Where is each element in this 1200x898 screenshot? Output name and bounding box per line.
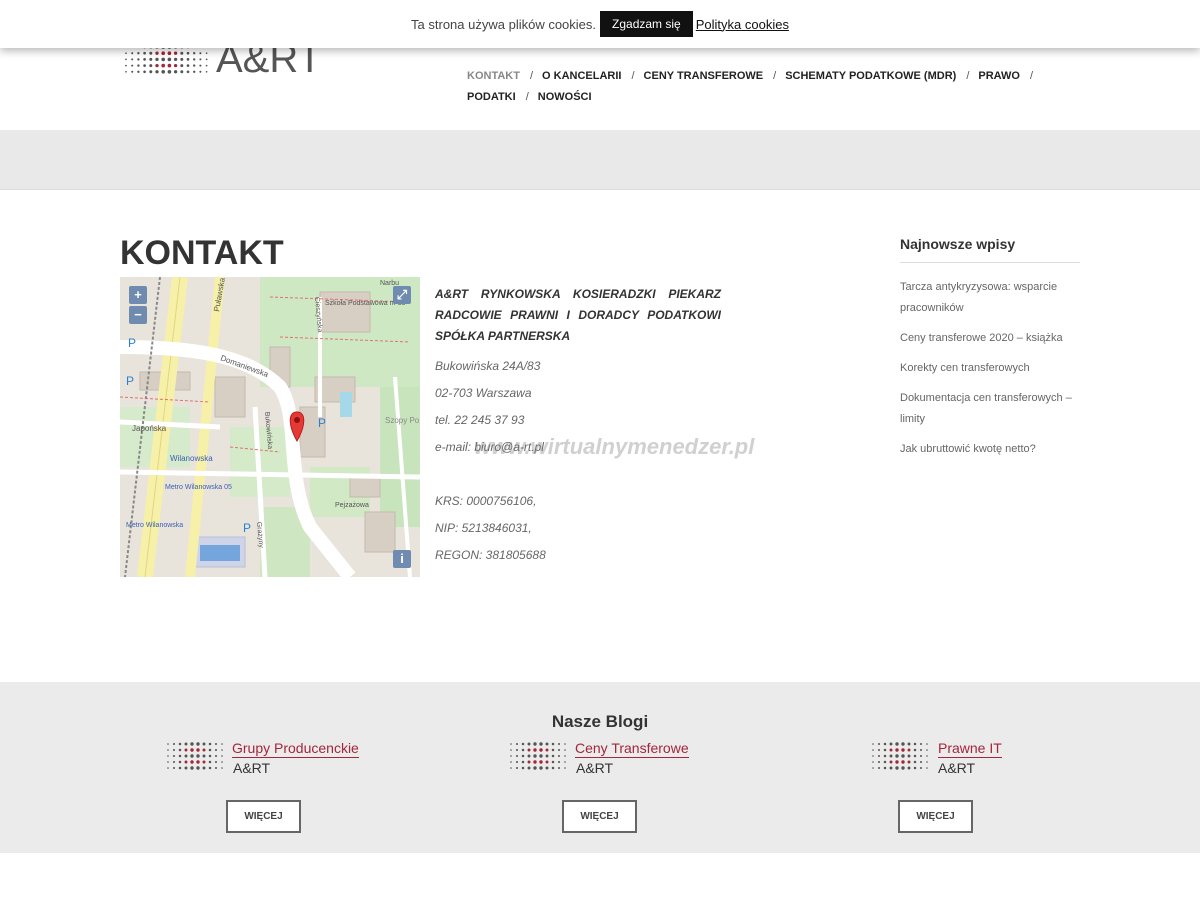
blog-brand: A&RT — [576, 760, 614, 776]
contact-details: A&RT RYNKOWSKA KOSIERADZKI PIEKARZ RADCO… — [435, 284, 721, 569]
blog-card-ceny-transferowe: Ceny Transferowe A&RT WIĘCEJ — [508, 736, 748, 836]
fullscreen-icon[interactable]: ⤢ — [393, 286, 411, 304]
recent-post-link[interactable]: Dokumentacja cen transferowych – limity — [900, 388, 1080, 430]
blog-name[interactable]: Prawne IT — [938, 740, 1002, 758]
blog-name[interactable]: Grupy Producenckie — [232, 740, 359, 758]
address-street: Bukowińska 24A/83 — [435, 359, 541, 373]
parking-icon: P — [318, 416, 326, 430]
blog-logo-icon[interactable] — [870, 736, 932, 778]
krs-number: KRS: 0000756106, — [435, 494, 537, 508]
nav-separator: / — [529, 70, 534, 82]
map-info-icon[interactable]: i — [393, 550, 411, 568]
map-tiles[interactable]: P P P P Puławska Domaniewska Japońska Wi… — [120, 277, 420, 577]
nav-item-ceny-transferowe[interactable]: CENY TRANSFEROWE — [644, 70, 764, 82]
blog-name[interactable]: Ceny Transferowe — [575, 740, 689, 758]
map-building — [364, 511, 396, 553]
nav-item-kontakt[interactable]: KONTAKT — [467, 70, 520, 82]
blogs-footer: Nasze Blogi Grupy Producenckie A&RT WIĘC… — [0, 682, 1200, 853]
page-title: KONTAKT — [120, 234, 284, 272]
bus-station-icon — [200, 545, 240, 561]
more-button[interactable]: WIĘCEJ — [226, 800, 301, 833]
map-building — [214, 376, 246, 418]
cookie-accept-button[interactable]: Zgadzam się — [600, 11, 693, 37]
blog-card-grupy-producenckie: Grupy Producenckie A&RT WIĘCEJ — [165, 736, 405, 836]
map-building — [349, 476, 381, 498]
nav-separator: / — [525, 91, 529, 103]
map-label: Pejzażowa — [335, 502, 369, 509]
footer-title: Nasze Blogi — [551, 712, 649, 731]
nav-item-prawo[interactable]: PRAWO — [978, 70, 1020, 82]
nav-item-schematy-podatkowe[interactable]: SCHEMATY PODATKOWE (MDR) — [785, 70, 956, 82]
recent-posts-list: Tarcza antykryzysowa: wsparcie pracownik… — [900, 277, 1080, 460]
parking-icon: P — [126, 374, 134, 388]
blog-card-prawne-it: Prawne IT A&RT WIĘCEJ — [870, 736, 1110, 836]
location-map[interactable]: P P P P Puławska Domaniewska Japońska Wi… — [120, 277, 420, 577]
blog-logo-icon[interactable] — [165, 736, 227, 778]
company-name: A&RT RYNKOWSKA KOSIERADZKI PIEKARZ RADCO… — [435, 287, 721, 343]
cookie-policy-link[interactable]: Polityka cookies — [696, 17, 789, 32]
recent-post-link[interactable]: Korekty cen transferowych — [900, 358, 1080, 379]
parking-icon: P — [128, 336, 136, 350]
recent-post-link[interactable]: Ceny transferowe 2020 – książka — [900, 328, 1080, 349]
nav-item-o-kancelarii[interactable]: O KANCELARII — [542, 70, 621, 82]
watermark: www.wirtualnymenedzer.pl — [474, 434, 755, 459]
map-label: Metro Wilanowska 05 — [165, 484, 232, 491]
map-label: Wilanowska — [170, 454, 213, 463]
page-banner — [0, 130, 1200, 190]
zoom-out-button[interactable]: − — [129, 306, 147, 324]
zoom-in-button[interactable]: + — [129, 286, 147, 304]
map-label: Szopy Po — [385, 416, 420, 425]
sidebar-title: Najnowsze wpisy — [900, 236, 1080, 263]
nav-item-podatki[interactable]: PODATKI — [467, 91, 516, 103]
parking-icon: P — [243, 521, 251, 535]
regon-number: REGON: 381805688 — [435, 548, 546, 562]
map-label: Japońska — [132, 424, 167, 433]
nip-number: NIP: 5213846031, — [435, 521, 532, 535]
nav-separator: / — [966, 70, 970, 82]
more-button[interactable]: WIĘCEJ — [898, 800, 973, 833]
map-building — [319, 291, 371, 333]
cookie-bar: Ta strona używa plików cookies. Zgadzam … — [0, 0, 1200, 48]
cookie-message: Ta strona używa plików cookies. — [411, 16, 597, 32]
blog-logo-icon[interactable] — [508, 736, 570, 778]
blog-brand: A&RT — [233, 760, 271, 776]
phone-number[interactable]: tel. 22 245 37 93 — [435, 407, 721, 434]
recent-post-link[interactable]: Jak ubruttowić kwotę netto? — [900, 439, 1080, 460]
blog-brand: A&RT — [938, 760, 976, 776]
nav-separator: / — [631, 70, 635, 82]
map-label: Metro Wilanowska — [126, 522, 183, 529]
recent-posts-sidebar: Najnowsze wpisy Tarcza antykryzysowa: ws… — [900, 236, 1080, 469]
nav-item-nowosci[interactable]: NOWOŚCI — [538, 91, 592, 103]
nav-separator: / — [773, 70, 777, 82]
address-city: 02-703 Warszawa — [435, 386, 532, 400]
recent-post-link[interactable]: Tarcza antykryzysowa: wsparcie pracownik… — [900, 277, 1080, 319]
more-button[interactable]: WIĘCEJ — [562, 800, 637, 833]
map-pool — [340, 392, 352, 417]
nav-separator: / — [1029, 70, 1033, 82]
main-navigation: KONTAKT / O KANCELARII / CENY TRANSFEROWE / SC… — [467, 66, 1067, 108]
